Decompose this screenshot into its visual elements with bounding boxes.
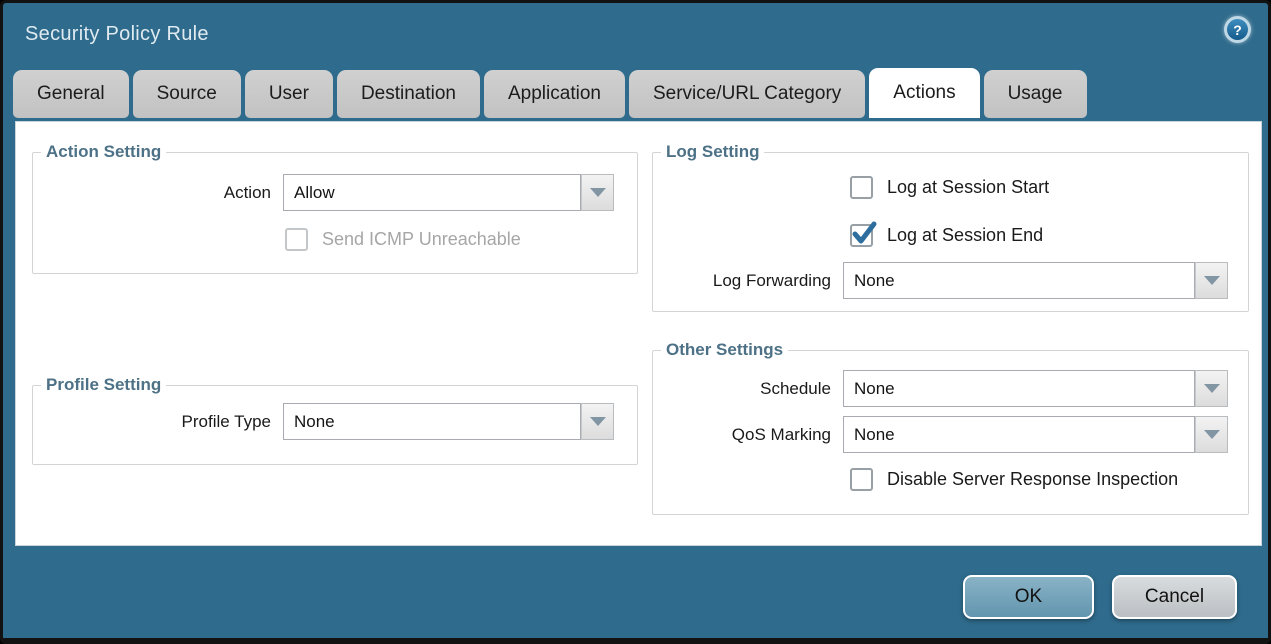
log-session-start-label[interactable]: Log at Session Start <box>873 177 1049 198</box>
log-forwarding-dropdown: None <box>843 262 1228 299</box>
log-forwarding-dropdown-button[interactable] <box>1195 262 1228 299</box>
schedule-dropdown: None <box>843 370 1228 407</box>
log-setting-legend: Log Setting <box>661 142 764 162</box>
cancel-button[interactable]: Cancel <box>1112 575 1237 619</box>
log-forwarding-dropdown-value[interactable]: None <box>843 262 1195 299</box>
log-session-end-label[interactable]: Log at Session End <box>873 225 1043 246</box>
ok-button[interactable]: OK <box>963 575 1094 619</box>
tab-actions[interactable]: Actions <box>869 68 979 118</box>
action-dropdown-button[interactable] <box>581 174 614 211</box>
schedule-dropdown-button[interactable] <box>1195 370 1228 407</box>
action-label: Action <box>33 183 283 203</box>
qos-marking-label: QoS Marking <box>653 425 843 445</box>
action-setting-group: Action Setting Action Allow Send ICMP Un… <box>32 142 638 274</box>
send-icmp-unreachable-checkbox <box>285 228 308 251</box>
dialog-title: Security Policy Rule <box>25 23 209 46</box>
profile-setting-group: Profile Setting Profile Type None <box>32 375 638 465</box>
schedule-label: Schedule <box>653 379 843 399</box>
actions-tab-panel: Action Setting Action Allow Send ICMP Un… <box>15 121 1262 546</box>
action-dropdown: Allow <box>283 174 614 211</box>
send-icmp-unreachable-row: Send ICMP Unreachable <box>285 228 637 251</box>
chevron-down-icon <box>1204 384 1220 393</box>
chevron-down-icon <box>1204 430 1220 439</box>
question-mark-glyph: ? <box>1227 19 1248 40</box>
title-bar: Security Policy Rule ? <box>3 3 1268 68</box>
profile-setting-legend: Profile Setting <box>41 375 166 395</box>
tab-source[interactable]: Source <box>133 70 241 118</box>
log-setting-group: Log Setting Log at Session Start Log at … <box>652 142 1249 312</box>
log-session-start-row[interactable]: Log at Session Start <box>850 176 1248 199</box>
other-settings-group: Other Settings Schedule None QoS Marking… <box>652 340 1249 515</box>
qos-marking-dropdown-value[interactable]: None <box>843 416 1195 453</box>
tab-usage[interactable]: Usage <box>984 70 1087 118</box>
log-session-start-checkbox[interactable] <box>850 176 873 199</box>
chevron-down-icon <box>1204 276 1220 285</box>
other-settings-legend: Other Settings <box>661 340 788 360</box>
profile-type-dropdown-value[interactable]: None <box>283 403 581 440</box>
tab-general[interactable]: General <box>13 70 129 118</box>
profile-type-label: Profile Type <box>33 412 283 432</box>
chevron-down-icon <box>590 188 606 197</box>
action-setting-legend: Action Setting <box>41 142 166 162</box>
tab-user[interactable]: User <box>245 70 333 118</box>
dsri-checkbox[interactable] <box>850 468 873 491</box>
tab-destination[interactable]: Destination <box>337 70 480 118</box>
tab-bar: General Source User Destination Applicat… <box>3 68 1268 118</box>
dsri-row[interactable]: Disable Server Response Inspection <box>850 468 1248 491</box>
send-icmp-unreachable-label: Send ICMP Unreachable <box>308 229 521 250</box>
schedule-dropdown-value[interactable]: None <box>843 370 1195 407</box>
profile-type-dropdown-button[interactable] <box>581 403 614 440</box>
qos-marking-dropdown: None <box>843 416 1228 453</box>
security-policy-rule-dialog: Security Policy Rule ? General Source Us… <box>0 0 1271 644</box>
check-icon <box>851 221 877 247</box>
help-icon[interactable]: ? <box>1224 16 1251 43</box>
log-session-end-row[interactable]: Log at Session End <box>850 224 1248 247</box>
dialog-footer: OK Cancel <box>963 575 1237 619</box>
log-forwarding-label: Log Forwarding <box>653 271 843 291</box>
log-session-end-checkbox[interactable] <box>850 224 873 247</box>
dsri-label[interactable]: Disable Server Response Inspection <box>873 469 1178 490</box>
tab-application[interactable]: Application <box>484 70 625 118</box>
tab-service-url-category[interactable]: Service/URL Category <box>629 70 865 118</box>
profile-type-dropdown: None <box>283 403 614 440</box>
action-dropdown-value[interactable]: Allow <box>283 174 581 211</box>
chevron-down-icon <box>590 417 606 426</box>
qos-marking-dropdown-button[interactable] <box>1195 416 1228 453</box>
